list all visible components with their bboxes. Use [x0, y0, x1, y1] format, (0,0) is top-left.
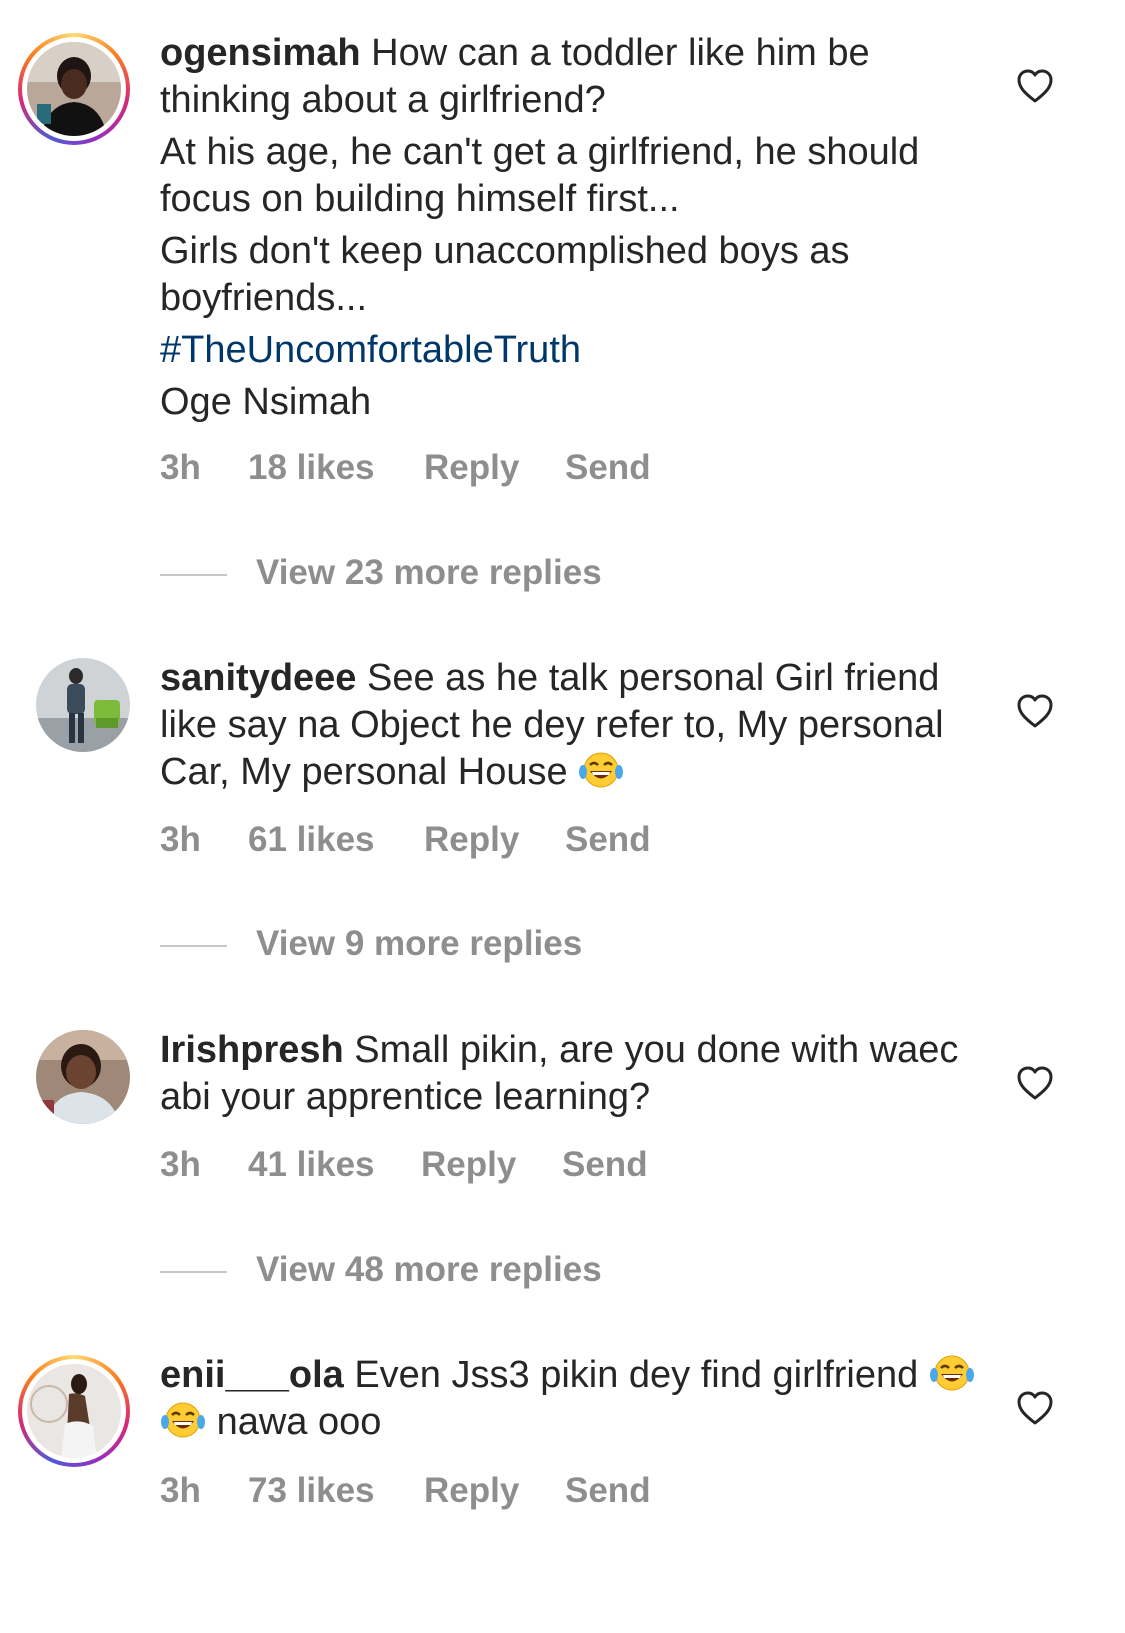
face-with-tears-of-joy-icon [579, 752, 624, 788]
likes-count[interactable]: 61 likes [248, 820, 375, 860]
comment-body: sanitydeee See as he talk personal Girl … [160, 655, 980, 801]
view-replies-button[interactable]: View 48 more replies [160, 1250, 760, 1290]
view-replies-label: View 23 more replies [256, 553, 602, 592]
replies-divider [160, 1271, 227, 1273]
comment-text: Girls don't keep unaccomplished boys as … [160, 230, 850, 319]
replies-divider [160, 574, 227, 576]
username-link[interactable]: enii___ola [160, 1354, 344, 1396]
comment-body: Irishpresh Small pikin, are you done wit… [160, 1027, 980, 1126]
like-heart-icon[interactable] [1016, 1065, 1054, 1101]
like-heart-icon[interactable] [1016, 68, 1054, 104]
face-with-tears-of-joy-icon [161, 1402, 205, 1438]
timestamp: 3h [160, 1145, 201, 1184]
likes-count[interactable]: 73 likes [248, 1471, 375, 1511]
reply-button[interactable]: Reply [424, 448, 519, 488]
timestamp: 3h [160, 1471, 201, 1510]
username-link[interactable]: ogensimah [160, 32, 361, 74]
view-replies-button[interactable]: View 23 more replies [160, 553, 760, 593]
avatar-story-ring[interactable] [18, 33, 130, 145]
send-button[interactable]: Send [562, 1145, 648, 1185]
like-heart-icon[interactable] [1016, 693, 1054, 729]
comment-signature: Oge Nsimah [160, 381, 372, 423]
reply-button[interactable]: Reply [424, 820, 519, 860]
likes-count[interactable]: 41 likes [248, 1145, 375, 1185]
replies-divider [160, 945, 227, 947]
avatar [27, 42, 121, 136]
send-button[interactable]: Send [565, 1471, 651, 1511]
timestamp: 3h [160, 448, 201, 487]
comment-body: enii___ola Even Jss3 pikin dey find girl… [160, 1352, 980, 1451]
username-link[interactable]: Irishpresh [160, 1029, 344, 1071]
username-link[interactable]: sanitydeee [160, 657, 356, 699]
view-replies-label: View 48 more replies [256, 1250, 602, 1289]
comment-body: ogensimah How can a toddler like him be … [160, 30, 980, 431]
comment-text: nawa ooo [216, 1401, 382, 1443]
send-button[interactable]: Send [565, 820, 651, 860]
avatar[interactable] [18, 658, 130, 770]
face-with-tears-of-joy-icon [929, 1355, 974, 1391]
avatar [27, 1364, 121, 1458]
avatar-story-ring[interactable] [18, 1355, 130, 1467]
avatar[interactable] [18, 1030, 130, 1142]
like-heart-icon[interactable] [1016, 1390, 1054, 1426]
view-replies-button[interactable]: View 9 more replies [160, 924, 760, 964]
timestamp: 3h [160, 820, 201, 859]
comment-text: Even Jss3 pikin dey find girlfriend [354, 1354, 919, 1396]
send-button[interactable]: Send [565, 448, 651, 488]
reply-button[interactable]: Reply [421, 1145, 516, 1185]
view-replies-label: View 9 more replies [256, 924, 583, 963]
comment-text: At his age, he can't get a girlfriend, h… [160, 131, 920, 220]
likes-count[interactable]: 18 likes [248, 448, 375, 488]
reply-button[interactable]: Reply [424, 1471, 519, 1511]
hashtag-link[interactable]: #TheUncomfortableTruth [160, 327, 980, 374]
